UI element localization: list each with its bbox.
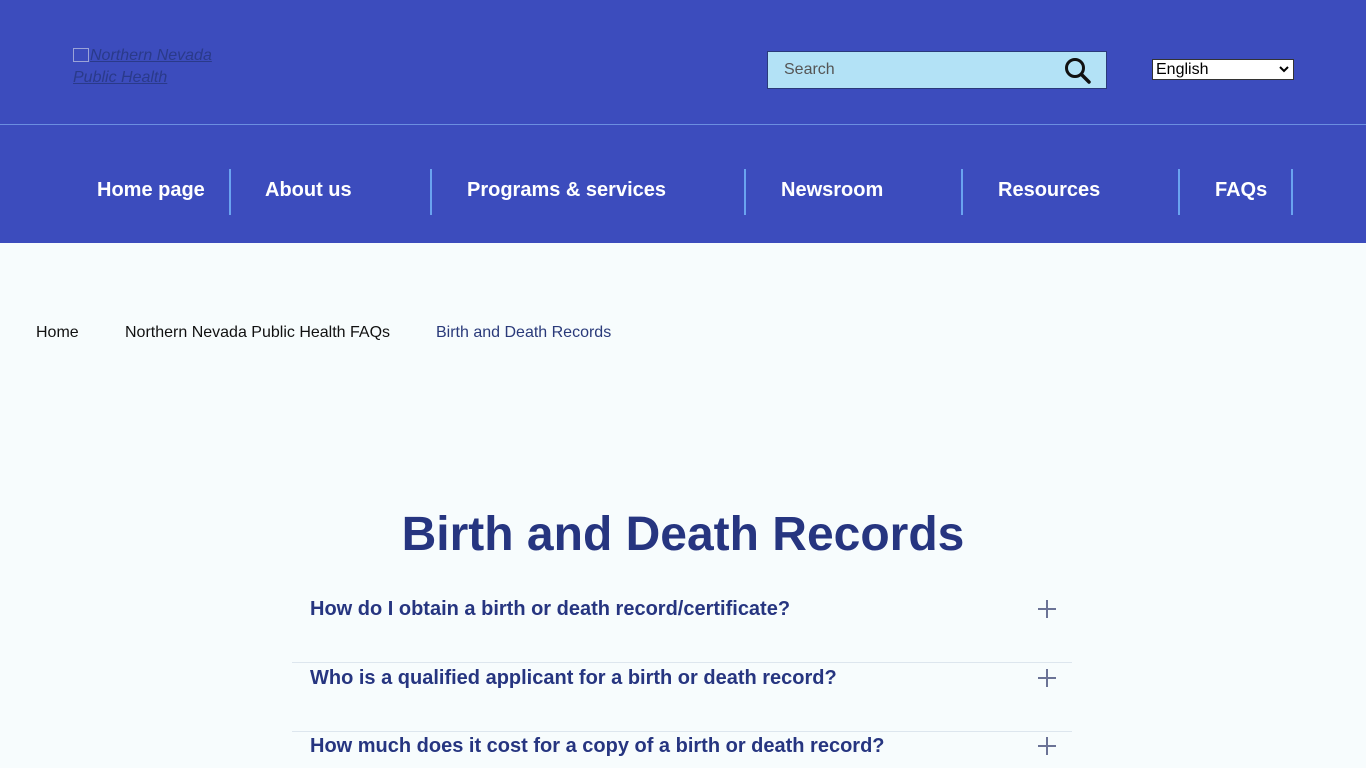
breadcrumb-current: Birth and Death Records [436,324,612,341]
nav-item-faqs[interactable]: FAQs [1215,169,1267,215]
search-icon [1065,58,1091,84]
plus-icon [1038,600,1056,618]
broken-image-icon [73,48,89,62]
logo-alt-text: Northern Nevada Public Health [73,47,212,86]
nav-item-home-page[interactable]: Home page [97,169,205,215]
main-nav: Home page About us Programs & services N… [0,124,1366,243]
nav-divider [1291,169,1293,215]
nav-item-about-us[interactable]: About us [265,169,352,215]
search-box [767,51,1107,89]
nav-item-programs-services[interactable]: Programs & services [467,169,666,215]
chevron-down-icon [1279,66,1289,73]
faq-question: How much does it cost for a copy of a bi… [310,735,885,757]
language-selected-value: English [1156,61,1209,78]
nav-item-resources[interactable]: Resources [998,169,1100,215]
site-header: Northern Nevada Public Health English [0,0,1366,124]
faq-item[interactable]: Who is a qualified applicant for a birth… [292,663,1072,732]
faq-question: How do I obtain a birth or death record/… [310,598,791,620]
search-button[interactable] [1064,57,1092,85]
faq-item[interactable]: How do I obtain a birth or death record/… [292,594,1072,663]
plus-icon [1038,669,1056,687]
nav-divider [961,169,963,215]
language-select[interactable]: English [1152,59,1294,80]
nav-divider [744,169,746,215]
nav-divider [229,169,231,215]
faq-item[interactable]: How much does it cost for a copy of a bi… [292,731,1072,768]
faq-question: Who is a qualified applicant for a birth… [310,667,837,689]
breadcrumb-home[interactable]: Home [36,323,79,343]
site-logo-link[interactable]: Northern Nevada Public Health [73,45,233,89]
nav-item-newsroom[interactable]: Newsroom [781,169,883,215]
nav-divider [1178,169,1180,215]
plus-icon [1038,737,1056,755]
search-input[interactable] [768,52,1058,88]
breadcrumb-faqs[interactable]: Northern Nevada Public Health FAQs [125,323,390,343]
nav-divider [430,169,432,215]
page-title: Birth and Death Records [401,508,965,561]
